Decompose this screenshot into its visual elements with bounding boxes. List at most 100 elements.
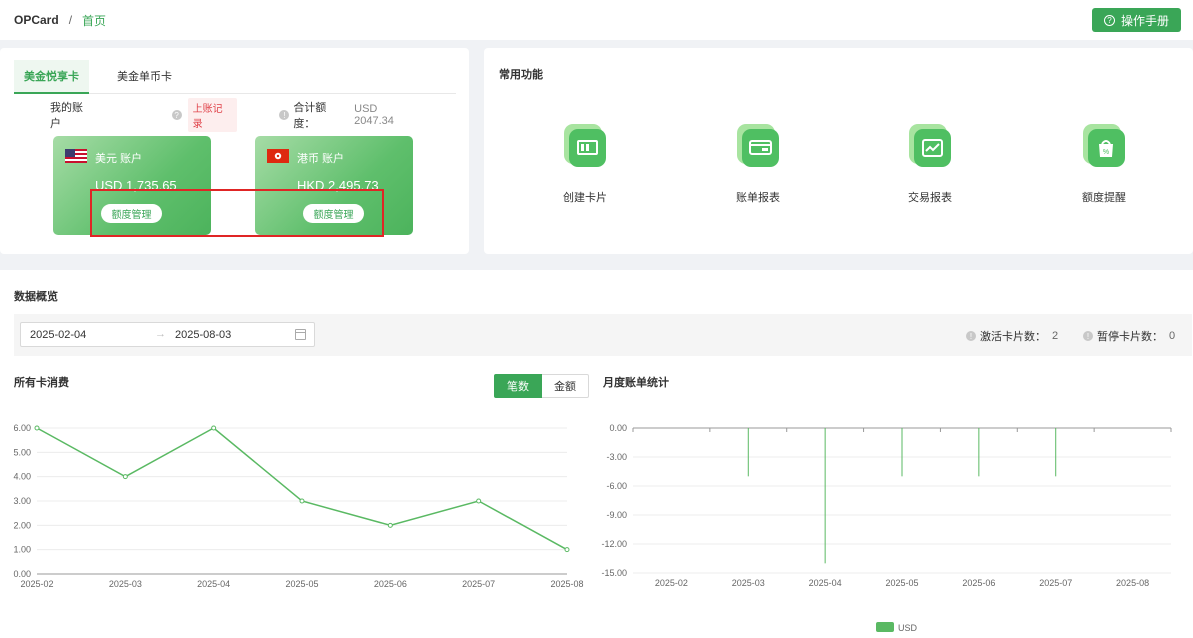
quota-alert-label: 额度提醒 <box>1082 192 1126 204</box>
tab-usd-premium-card[interactable]: 美金悦享卡 <box>14 60 89 94</box>
breadcrumb-root[interactable]: OPCard <box>14 13 59 27</box>
y-tick-label: -9.00 <box>606 510 627 520</box>
metric-toggle: 笔数 金额 <box>494 374 589 398</box>
create-card-label: 创建卡片 <box>563 192 607 204</box>
x-tick-label: 2025-07 <box>1039 578 1072 588</box>
create-card-icon <box>564 124 606 167</box>
data-point <box>211 425 217 431</box>
breadcrumb-current: 首页 <box>82 13 107 28</box>
x-tick-label: 2025-02 <box>20 579 53 589</box>
monthly-bill-chart-title: 月度账单统计 <box>603 377 669 389</box>
my-account-label: 我的账户 <box>50 102 83 130</box>
question-circle-icon: ? <box>1103 14 1115 26</box>
monthly-bill-bar-chart: 0.00 -3.00 -6.00 -9.00 -12.00 -15.00 2025-02 20… <box>601 423 1172 633</box>
x-tick-label: 2025-02 <box>655 578 688 588</box>
top-bar: OPCard / 首页 ? 操作手册 <box>0 0 1193 40</box>
legend-label: USD <box>898 623 918 633</box>
active-cards-stat: ! 激活卡片数： 2 <box>966 328 1058 344</box>
data-bar <box>747 428 749 477</box>
create-card-button[interactable]: 创建卡片 <box>545 122 625 212</box>
data-overview-panel: 数据概览 2025-02-04 → 2025-08-03 ! 激活卡片数： 2 … <box>0 270 1193 638</box>
data-point <box>476 498 482 504</box>
x-tick-label: 2025-03 <box>109 579 142 589</box>
transaction-report-icon <box>909 124 951 167</box>
info-icon: ! <box>966 331 976 341</box>
y-tick-label: -6.00 <box>606 481 627 491</box>
paused-cards-label: 暂停卡片数： <box>1097 331 1163 343</box>
recharge-record-tag[interactable]: 上账记录 <box>187 98 238 132</box>
x-tick-label: 2025-05 <box>885 578 918 588</box>
y-tick-label: 2.00 <box>13 520 31 530</box>
calendar-icon[interactable] <box>295 329 306 340</box>
toggle-count-button[interactable]: 笔数 <box>494 374 542 398</box>
y-tick-label: 6.00 <box>13 423 31 433</box>
data-point <box>564 547 570 553</box>
consumption-chart-title: 所有卡消费 <box>14 377 69 389</box>
legend-swatch <box>876 622 894 632</box>
x-tick-label: 2025-04 <box>197 579 230 589</box>
bill-report-label: 账单报表 <box>736 192 780 204</box>
x-tick-label: 2025-07 <box>462 579 495 589</box>
total-quota-label: 合计额度： <box>293 102 327 130</box>
x-tick-label: 2025-05 <box>285 579 318 589</box>
data-point <box>34 425 40 431</box>
x-tick-label: 2025-03 <box>732 578 765 588</box>
active-cards-label: 激活卡片数： <box>980 331 1046 343</box>
y-tick-label: 3.00 <box>13 496 31 506</box>
paused-cards-value: 0 <box>1169 330 1176 342</box>
data-bar <box>824 428 826 564</box>
account-summary-row: 我的账户 ? 上账记录 ! 合计额度： USD 2047.34 <box>50 98 420 132</box>
account-name: 港币 账户 <box>297 153 345 165</box>
manual-button-label: 操作手册 <box>1120 13 1169 28</box>
paused-cards-stat: ! 暂停卡片数： 0 <box>1083 328 1175 344</box>
total-quota-value: USD 2047.34 <box>354 103 394 127</box>
data-point <box>122 474 128 480</box>
data-bar <box>901 428 903 477</box>
hk-flag-icon <box>267 149 289 163</box>
y-tick-label: -3.00 <box>606 452 627 462</box>
filter-bar: 2025-02-04 → 2025-08-03 ! 激活卡片数： 2 ! 暂停卡… <box>14 314 1192 356</box>
transaction-report-label: 交易报表 <box>908 192 952 204</box>
toggle-amount-button[interactable]: 金额 <box>542 374 589 398</box>
transaction-report-button[interactable]: 交易报表 <box>890 122 970 212</box>
us-flag-icon <box>65 149 87 163</box>
y-tick-label: -15.00 <box>601 568 627 578</box>
quota-alert-button[interactable]: % 额度提醒 <box>1064 122 1144 212</box>
info-icon: ! <box>279 110 290 120</box>
bill-report-icon <box>737 124 779 167</box>
consumption-line-chart: 0.00 1.00 2.00 3.00 4.00 5.00 6.00 2025-02 2025-… <box>13 423 583 589</box>
data-bar <box>978 428 980 477</box>
quota-alert-icon: % <box>1083 124 1125 167</box>
y-tick-label: 0.00 <box>13 569 31 579</box>
date-start-input[interactable]: 2025-02-04 <box>30 329 86 341</box>
info-icon[interactable]: ? <box>171 110 182 120</box>
data-point <box>299 498 305 504</box>
y-tick-label: 5.00 <box>13 447 31 457</box>
x-tick-label: 2025-08 <box>550 579 583 589</box>
x-tick-label: 2025-06 <box>374 579 407 589</box>
highlight-box <box>90 189 384 237</box>
info-icon: ! <box>1083 331 1093 341</box>
data-point <box>387 522 393 528</box>
series-line <box>36 427 568 551</box>
date-range-arrow: → <box>155 328 166 340</box>
y-tick-label: 4.00 <box>13 472 31 482</box>
data-bar <box>1055 428 1057 477</box>
account-name: 美元 账户 <box>95 153 143 165</box>
y-tick-label: 1.00 <box>13 545 31 555</box>
common-functions-panel: 常用功能 创建卡片 账单报表 交易报表 % 额度提醒 <box>484 48 1193 254</box>
bill-report-button[interactable]: 账单报表 <box>718 122 798 212</box>
overview-title: 数据概览 <box>14 291 58 303</box>
x-tick-label: 2025-08 <box>1116 578 1149 588</box>
svg-text:%: % <box>1103 149 1109 156</box>
date-end-input[interactable]: 2025-08-03 <box>175 329 231 341</box>
breadcrumb-separator: / <box>68 13 73 27</box>
tab-usd-single-card[interactable]: 美金单币卡 <box>107 60 182 94</box>
date-range-picker[interactable]: 2025-02-04 → 2025-08-03 <box>20 322 315 347</box>
y-tick-label: -12.00 <box>601 539 627 549</box>
functions-title: 常用功能 <box>499 69 543 81</box>
x-tick-label: 2025-04 <box>809 578 842 588</box>
active-cards-value: 2 <box>1052 330 1059 342</box>
manual-button[interactable]: ? 操作手册 <box>1091 8 1181 32</box>
y-tick-label: 0.00 <box>609 423 627 433</box>
